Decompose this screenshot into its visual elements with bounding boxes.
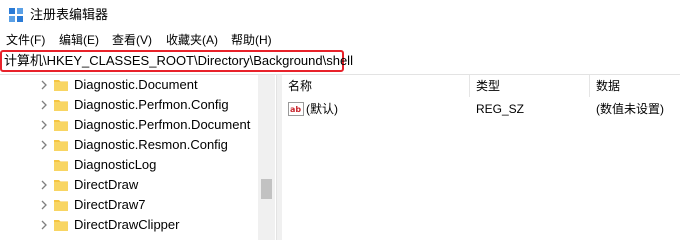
value-name: (默认) bbox=[306, 102, 338, 116]
folder-icon bbox=[54, 80, 68, 91]
tree-item[interactable]: DirectDrawClipper bbox=[0, 215, 260, 235]
tree-item[interactable]: DirectDraw bbox=[0, 175, 260, 195]
value-type: REG_SZ bbox=[476, 102, 525, 116]
chevron-right-icon[interactable] bbox=[39, 99, 49, 111]
menu-bar: 文件(F) 编辑(E) 查看(V) 收藏夹(A) 帮助(H) bbox=[0, 30, 680, 50]
tree-item-label: Diagnostic.Perfmon.Document bbox=[74, 117, 251, 132]
value-data: (数值未设置) bbox=[596, 102, 664, 116]
window-title: 注册表编辑器 bbox=[30, 7, 109, 22]
tree-item-label: DirectDraw7 bbox=[74, 197, 146, 212]
folder-icon bbox=[54, 200, 68, 211]
tree-item[interactable]: Diagnostic.Document bbox=[0, 75, 260, 95]
tree-item[interactable]: DirectDraw7 bbox=[0, 195, 260, 215]
scrollbar-thumb[interactable] bbox=[261, 179, 272, 199]
address-bar[interactable]: 计算机\HKEY_CLASSES_ROOT\Directory\Backgrou… bbox=[0, 50, 680, 75]
values-list[interactable]: 名称 类型 数据 ab (默认) REG_SZ (数值未设置) bbox=[282, 75, 680, 240]
folder-icon bbox=[54, 100, 68, 111]
svg-text:ab: ab bbox=[290, 105, 301, 114]
tree-item-label: DiagnosticLog bbox=[74, 157, 157, 172]
chevron-right-icon[interactable] bbox=[39, 199, 49, 211]
chevron-right-icon[interactable] bbox=[39, 119, 49, 131]
tree-scrollbar[interactable] bbox=[258, 75, 275, 240]
menu-edit[interactable]: 编辑(E) bbox=[59, 32, 99, 48]
menu-view[interactable]: 查看(V) bbox=[112, 32, 152, 48]
tree-item-label: DirectDraw bbox=[74, 177, 139, 192]
column-header-type[interactable]: 类型 bbox=[470, 75, 590, 97]
folder-icon bbox=[54, 220, 68, 231]
tree-item-label: Diagnostic.Perfmon.Config bbox=[74, 97, 229, 112]
tree-item[interactable]: Diagnostic.Resmon.Config bbox=[0, 135, 260, 155]
address-path[interactable]: 计算机\HKEY_CLASSES_ROOT\Directory\Backgrou… bbox=[4, 53, 353, 69]
tree-item-label: Diagnostic.Resmon.Config bbox=[74, 137, 228, 152]
tree-item[interactable]: Diagnostic.Perfmon.Config bbox=[0, 95, 260, 115]
tree-item[interactable]: Diagnostic.Perfmon.Document bbox=[0, 115, 260, 135]
menu-help[interactable]: 帮助(H) bbox=[231, 32, 272, 48]
menu-file[interactable]: 文件(F) bbox=[6, 32, 45, 48]
folder-icon bbox=[54, 140, 68, 151]
chevron-right-icon[interactable] bbox=[39, 179, 49, 191]
string-value-icon: ab bbox=[288, 102, 304, 116]
key-tree[interactable]: Diagnostic.Document Diagnostic.Perfmon.C… bbox=[0, 75, 276, 240]
registry-editor-icon bbox=[9, 8, 23, 22]
chevron-right-icon[interactable] bbox=[39, 79, 49, 91]
title-bar: 注册表编辑器 bbox=[0, 0, 680, 30]
tree-item-label: DirectDrawClipper bbox=[74, 217, 180, 232]
column-header-data[interactable]: 数据 bbox=[590, 75, 680, 97]
tree-item-label: Diagnostic.Document bbox=[74, 77, 198, 92]
folder-icon bbox=[54, 120, 68, 131]
chevron-right-icon[interactable] bbox=[39, 139, 49, 151]
column-header-name[interactable]: 名称 bbox=[282, 75, 470, 97]
menu-favorites[interactable]: 收藏夹(A) bbox=[166, 32, 218, 48]
folder-icon bbox=[54, 160, 68, 171]
tree-item[interactable]: DiagnosticLog bbox=[0, 155, 260, 175]
chevron-right-icon[interactable] bbox=[39, 219, 49, 231]
value-row[interactable]: ab (默认) REG_SZ (数值未设置) bbox=[282, 99, 680, 119]
folder-icon bbox=[54, 180, 68, 191]
